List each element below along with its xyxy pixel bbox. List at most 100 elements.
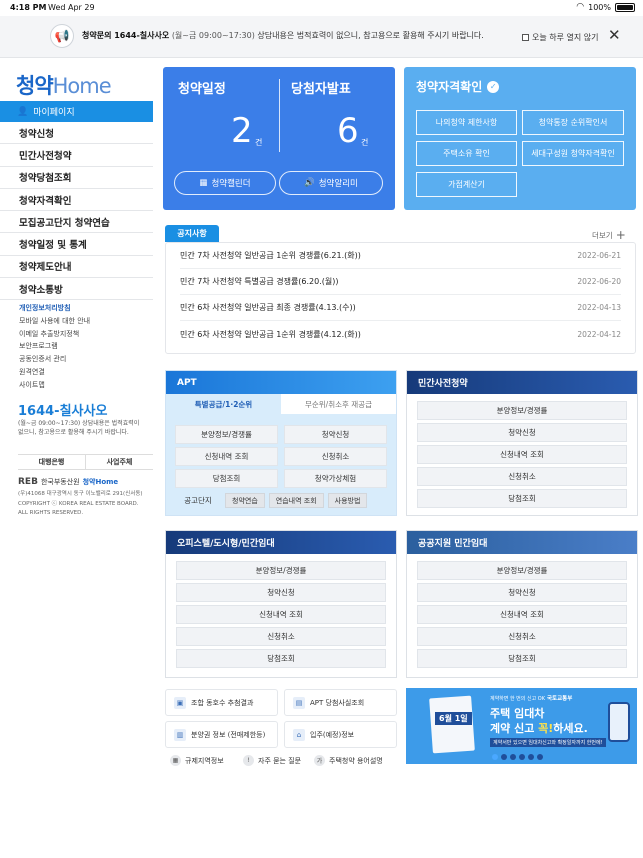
sub-link-remote[interactable]: 원격연결 xyxy=(19,366,90,379)
usage-guide-button[interactable]: 사용방법 xyxy=(327,493,368,508)
winner-count[interactable]: 6 xyxy=(337,111,359,151)
dont-show-today-checkbox[interactable]: 오늘 하루 열지 않기 xyxy=(522,32,599,43)
move-in-info-link[interactable]: ⌂ 입주(예정)정보 xyxy=(284,721,397,748)
schedule-title: 청약일정 xyxy=(178,82,226,97)
mypage-button[interactable]: 👤 마이페이지 xyxy=(0,101,153,122)
apt-virtual-experience-button[interactable]: 청약가상체험 xyxy=(284,469,387,488)
regulated-area-link[interactable]: ▦ 규제지역정보 xyxy=(170,755,224,766)
close-icon[interactable]: ✕ xyxy=(608,26,621,44)
banner-line2b: 꼭! xyxy=(538,722,554,735)
presale-right-label: 분양권 정보 (전매제한등) xyxy=(191,730,266,739)
checkbox-square-icon[interactable] xyxy=(522,34,529,41)
rental-sale-info-button[interactable]: 분양정보/경쟁률 xyxy=(417,561,627,580)
pagination-dot[interactable] xyxy=(537,754,543,760)
rental-history-button[interactable]: 신청내역 조회 xyxy=(417,605,627,624)
apt-win-check-button[interactable]: 당첨조회 xyxy=(175,469,278,488)
pagination-dot[interactable] xyxy=(519,754,525,760)
account-rank-button[interactable]: 청약통장 순위확인서 xyxy=(522,110,624,135)
sub-link-mobile-guide[interactable]: 모바일 사용에 대한 안내 xyxy=(19,315,90,328)
practice-button[interactable]: 청약연습 xyxy=(225,493,265,508)
officetel-win-check-button[interactable]: 당첨조회 xyxy=(176,649,386,668)
household-eligibility-button[interactable]: 세대구성원 청약자격확인 xyxy=(522,141,624,166)
tab-unranked-resupply[interactable]: 무순위/취소후 재공급 xyxy=(281,394,396,414)
my-restrictions-button[interactable]: 나의청약 제한사항 xyxy=(416,110,517,135)
officetel-cancel-button[interactable]: 신청취소 xyxy=(176,627,386,646)
officetel-sale-info-button[interactable]: 분양정보/경쟁률 xyxy=(176,561,386,580)
sidebar-item-practice[interactable]: 모집공고단지 청약연습 xyxy=(0,211,153,234)
sidebar-menu: 청약신청 민간사전청약 청약당첨조회 청약자격확인 모집공고단지 청약연습 청약… xyxy=(0,122,153,301)
sidebar-item-win-check[interactable]: 청약당첨조회 xyxy=(0,167,153,189)
banner-line2c: 하세요. xyxy=(553,722,588,735)
rental-apply-button[interactable]: 청약신청 xyxy=(417,583,627,602)
faq-link[interactable]: ! 자주 묻는 질문 xyxy=(243,755,301,766)
notice-title[interactable]: 민간 6차 사전청약 일반공급 1순위 경쟁률(4.12.(화)) xyxy=(180,329,361,340)
private-apply-button[interactable]: 청약신청 xyxy=(417,423,627,442)
sub-link-certificate[interactable]: 공동인증서 관리 xyxy=(19,353,90,366)
promo-banner[interactable]: 6월 1일 계약하면 한 번의 신고 OK 국토교통부 주택 임대차 계약 신고… xyxy=(406,688,637,764)
eligibility-title: 청약자격확인 ✓ xyxy=(416,78,500,95)
agent-bank-button[interactable]: 대행은행 xyxy=(18,455,85,469)
more-label: 더보기 xyxy=(592,230,613,240)
status-bar: 4:18 PM Wed Apr 29 ◠ 100% xyxy=(0,0,643,16)
dont-show-today-label: 오늘 하루 열지 않기 xyxy=(532,33,599,42)
notice-title[interactable]: 민간 6차 사전청약 일반공급 최종 경쟁률(4.13.(수)) xyxy=(180,302,356,313)
info-icon: ! xyxy=(243,755,254,766)
sidebar-item-schedule-stats[interactable]: 청약일정 및 통계 xyxy=(0,233,153,256)
business-entity-button[interactable]: 사업주체 xyxy=(85,455,153,469)
notice-list: 민간 7차 사전청약 일반공급 1순위 경쟁률(6.21.(화)) 2022-0… xyxy=(165,242,636,354)
tab-special-supply[interactable]: 특별공급/1·2순위 xyxy=(166,394,281,414)
site-logo[interactable]: 청약Home xyxy=(16,70,112,100)
officetel-history-button[interactable]: 신청내역 조회 xyxy=(176,605,386,624)
banner-gov-logo: 국토교통부 xyxy=(547,696,573,702)
sidebar-item-eligibility[interactable]: 청약자격확인 xyxy=(0,189,153,212)
private-win-check-button[interactable]: 당첨조회 xyxy=(417,489,627,508)
sub-link-privacy[interactable]: 개인정보처리방침 xyxy=(19,302,90,315)
apt-win-fact-link[interactable]: ▤ APT 당첨사실조회 xyxy=(284,689,397,716)
apt-sale-info-button[interactable]: 분양정보/경쟁률 xyxy=(175,425,278,444)
notice-row[interactable]: 민간 6차 사전청약 일반공급 1순위 경쟁률(4.12.(화)) 2022-0… xyxy=(180,321,621,347)
pagination-dot[interactable] xyxy=(510,754,516,760)
apt-apply-button[interactable]: 청약신청 xyxy=(284,425,387,444)
banner-line2: 계약 신고 꼭!하세요. xyxy=(490,720,588,736)
calendar-button[interactable]: ▦ 청약캘린더 xyxy=(174,171,276,195)
plus-icon: + xyxy=(615,228,626,242)
notice-row[interactable]: 민간 7차 사전청약 일반공급 1순위 경쟁률(6.21.(화)) 2022-0… xyxy=(180,243,621,269)
notice-row[interactable]: 민간 6차 사전청약 일반공급 최종 경쟁률(4.13.(수)) 2022-04… xyxy=(180,295,621,321)
apt-cancel-button[interactable]: 신청취소 xyxy=(284,447,387,466)
sidebar-item-apply[interactable]: 청약신청 xyxy=(0,122,153,145)
union-lottery-link[interactable]: ▣ 조합 동호수 추첨결과 xyxy=(165,689,278,716)
presale-right-link[interactable]: ▥ 분양권 정보 (전매제한등) xyxy=(165,721,278,748)
sub-link-email-policy[interactable]: 이메일 추출방지정책 xyxy=(19,328,90,341)
sidebar-item-system-guide[interactable]: 청약제도안내 xyxy=(0,256,153,279)
schedule-count[interactable]: 2 xyxy=(231,111,253,151)
pagination-dot[interactable] xyxy=(492,754,498,760)
pagination-dot[interactable] xyxy=(528,754,534,760)
notice-row[interactable]: 민간 7차 사전청약 특별공급 경쟁률(6.20.(월)) 2022-06-20 xyxy=(180,269,621,295)
pagination-dot[interactable] xyxy=(501,754,507,760)
glossary-link[interactable]: 가 주택청약 용어설명 xyxy=(314,755,383,766)
officetel-header: 오피스텔/도시형/민간임대 xyxy=(166,531,396,554)
apt-history-button[interactable]: 신청내역 조회 xyxy=(175,447,278,466)
notice-title[interactable]: 민간 7차 사전청약 일반공급 1순위 경쟁률(6.21.(화)) xyxy=(180,250,361,261)
union-lottery-label: 조합 동호수 추첨결과 xyxy=(191,698,254,707)
practice-history-button[interactable]: 연습내역 조회 xyxy=(268,493,324,508)
sub-link-sitemap[interactable]: 사이트맵 xyxy=(19,379,90,392)
sidebar-item-private-pre-subscription[interactable]: 민간사전청약 xyxy=(0,144,153,167)
rental-win-check-button[interactable]: 당첨조회 xyxy=(417,649,627,668)
officetel-apply-button[interactable]: 청약신청 xyxy=(176,583,386,602)
notice-title[interactable]: 민간 7차 사전청약 특별공급 경쟁률(6.20.(월)) xyxy=(180,276,339,287)
private-sale-info-button[interactable]: 분양정보/경쟁률 xyxy=(417,401,627,420)
corp-copyright: COPYRIGHT ⓒ KOREA REAL ESTATE BOARD. xyxy=(18,500,139,507)
more-button[interactable]: 더보기 + xyxy=(592,228,626,242)
alert-button-label: 청약알리미 xyxy=(318,179,358,189)
rental-cancel-button[interactable]: 신청취소 xyxy=(417,627,627,646)
alert-button[interactable]: 🔊 청약알리미 xyxy=(279,171,383,195)
notice-date: 2022-04-12 xyxy=(577,329,621,339)
tab-notices[interactable]: 공지사항 xyxy=(165,225,219,242)
house-ownership-button[interactable]: 주택소유 확인 xyxy=(416,141,517,166)
private-history-button[interactable]: 신청내역 조회 xyxy=(417,445,627,464)
points-calculator-button[interactable]: 가점계산기 xyxy=(416,172,517,197)
sidebar-item-communication[interactable]: 청약소통방 xyxy=(0,278,153,301)
sub-link-security-program[interactable]: 보안프로그램 xyxy=(19,340,90,353)
private-cancel-button[interactable]: 신청취소 xyxy=(417,467,627,486)
